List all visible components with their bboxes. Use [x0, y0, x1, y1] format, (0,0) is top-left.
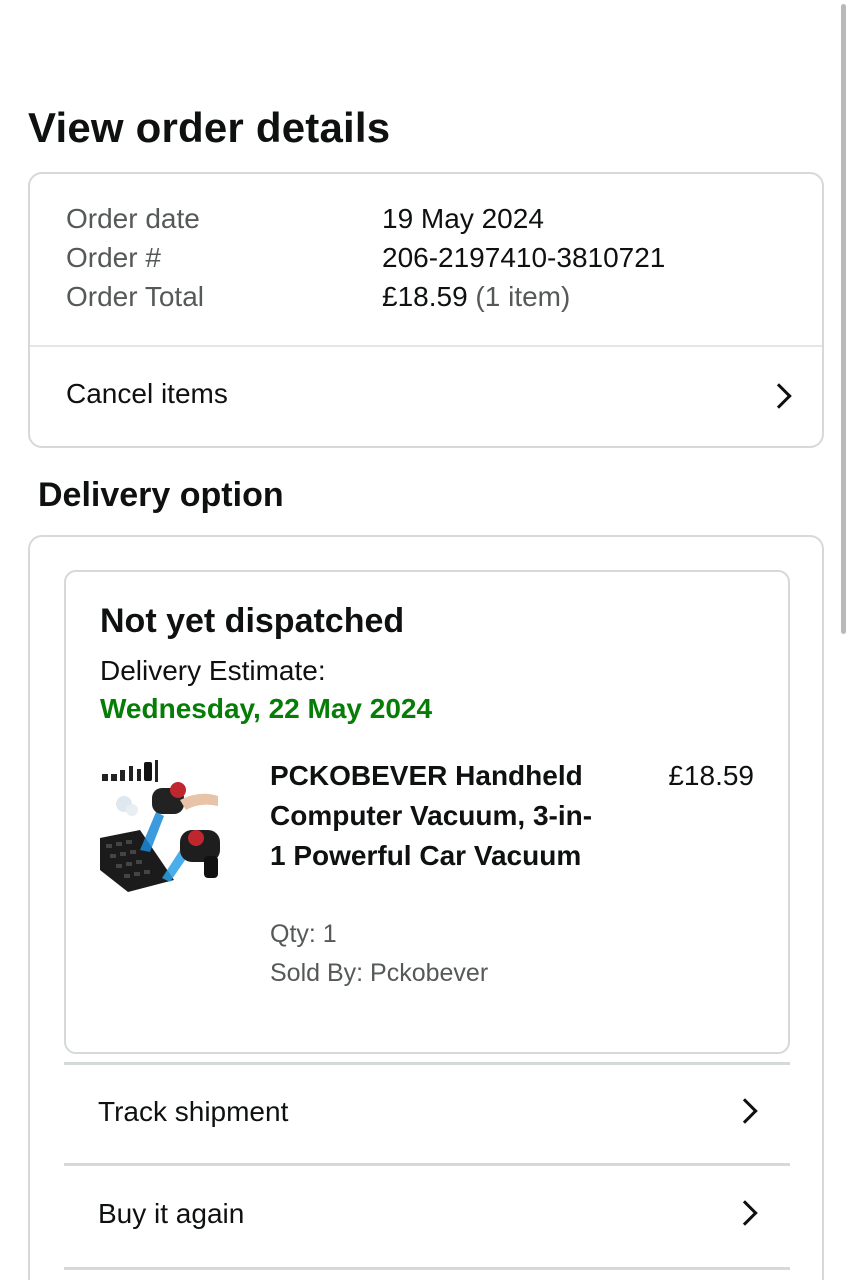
product-title-link[interactable]: PCKOBEVER Handheld Computer Vacuum, 3-in… [270, 756, 600, 876]
chevron-right-icon [732, 1098, 758, 1124]
delivery-estimate-label: Delivery Estimate: [100, 655, 326, 686]
order-number-value: 206-2197410-3810721 [382, 242, 666, 273]
cancel-items-label: Cancel items [66, 378, 228, 409]
track-shipment-button[interactable]: Track shipment [64, 1065, 790, 1165]
order-total-value-group: £18.59 (1 item) [382, 280, 570, 314]
order-number-row: Order # 206-2197410-3810721 [66, 241, 665, 275]
delivery-estimate-date: Wednesday, 22 May 2024 [100, 693, 433, 724]
order-details-page: View order details Order date 19 May 202… [0, 0, 852, 1280]
order-summary-card: Order date 19 May 2024 Order # 206-21974… [28, 172, 824, 448]
order-total-row: Order Total £18.59 (1 item) [66, 280, 570, 314]
order-date-row: Order date 19 May 2024 [66, 202, 544, 236]
order-total-value: £18.59 [382, 281, 468, 312]
cancel-items-button[interactable]: Cancel items [30, 347, 822, 448]
product-image[interactable] [100, 760, 240, 900]
product-price: £18.59 [668, 760, 754, 791]
shipment-status: Not yet dispatched [100, 602, 405, 640]
page-title: View order details [28, 104, 391, 151]
buy-it-again-button[interactable]: Buy it again [64, 1167, 790, 1267]
order-date-value: 19 May 2024 [382, 203, 544, 234]
delivery-option-heading: Delivery option [38, 476, 284, 514]
product-quantity: Qty: 1 [270, 920, 337, 948]
order-total-label: Order Total [66, 281, 204, 312]
scrollbar[interactable] [841, 4, 846, 634]
buy-it-again-label: Buy it again [98, 1198, 245, 1229]
shipment-box: Not yet dispatched Delivery Estimate: We… [64, 570, 790, 1054]
divider [64, 1163, 790, 1166]
handheld-vacuum-icon [100, 760, 220, 892]
product-seller: Sold By: Pckobever [270, 959, 489, 987]
delivery-card: Not yet dispatched Delivery Estimate: We… [28, 535, 824, 1280]
order-item-count: (1 item) [475, 281, 571, 312]
track-shipment-label: Track shipment [98, 1096, 289, 1127]
chevron-right-icon [732, 1200, 758, 1226]
divider [64, 1267, 790, 1270]
order-date-label: Order date [66, 203, 200, 234]
chevron-right-icon [766, 383, 792, 409]
order-number-label: Order # [66, 242, 161, 273]
